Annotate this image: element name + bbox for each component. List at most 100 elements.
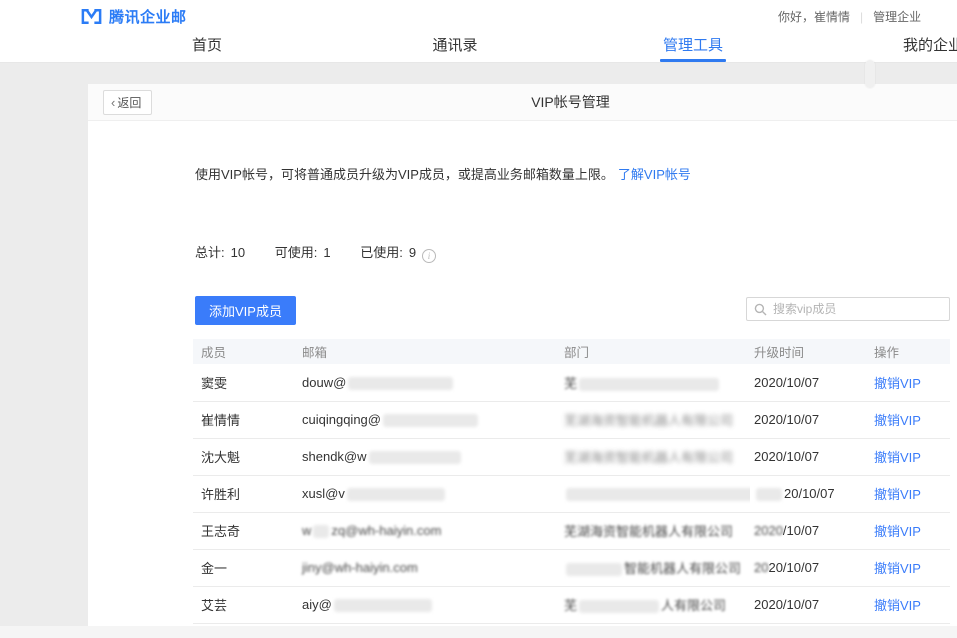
tab-contacts[interactable]: 通讯录: [432, 31, 477, 62]
vip-members-table: 成员邮箱部门升级时间操作 窦雯douw@芜2020/10/07撤销VIP崔情情c…: [193, 339, 950, 624]
revoke-vip-link[interactable]: 撤销VIP: [874, 598, 921, 613]
brand[interactable]: 腾讯企业邮: [80, 6, 187, 27]
revoke-vip-link[interactable]: 撤销VIP: [874, 450, 921, 465]
table-body: 窦雯douw@芜2020/10/07撤销VIP崔情情cuiqingqing@芜湖…: [193, 364, 950, 623]
table-row: 王志奇 w zq@wh-haiyin.com 芜湖海资智能机器人有限公司 2020/10…: [193, 512, 950, 549]
column-header: 操作: [870, 339, 950, 364]
action-cell: 撤销VIP: [870, 401, 950, 438]
email-cell: cuiqingqing@: [298, 401, 560, 438]
email-cell: shendk@w: [298, 438, 560, 475]
user-area: 你好，崔情情 | 管理企业: [778, 8, 957, 25]
cell-text: 2020: [754, 523, 783, 538]
tab-admin-tools[interactable]: 管理工具: [663, 31, 723, 62]
tab-home[interactable]: 首页: [192, 31, 222, 62]
cell-text: 芜: [564, 598, 577, 613]
table-row: 崔情情cuiqingqing@ 芜湖海资智能机器人有限公司 2020/10/07 撤销…: [193, 401, 950, 438]
cell-text: 芜: [564, 376, 577, 391]
back-button[interactable]: ‹返回: [103, 90, 152, 115]
search-input[interactable]: [773, 299, 945, 319]
redacted-blur: [369, 451, 461, 464]
cell-text: w: [302, 523, 311, 538]
cell-text: aiy@: [302, 597, 332, 612]
cell-text: 2020/10/07: [754, 375, 819, 390]
table-row: 窦雯douw@芜2020/10/07撤销VIP: [193, 364, 950, 401]
member-name-cell: 崔情情: [193, 401, 298, 438]
divider: |: [860, 10, 863, 24]
stat-available: 可使用:1: [275, 245, 331, 260]
department-cell: 芜人有限公司: [560, 586, 750, 623]
cell-text: zq@wh-haiyin.com: [331, 523, 441, 538]
chevron-left-icon: ‹: [111, 95, 115, 110]
redacted-blur: [334, 599, 432, 612]
panel-titlebar: VIP帐号管理 ‹返回: [88, 84, 957, 121]
revoke-vip-link[interactable]: 撤销VIP: [874, 561, 921, 576]
cell-text: 2020/10/07: [754, 597, 819, 612]
upgrade-time-cell: 2020/10/07: [750, 438, 870, 475]
intro-sentence: 使用VIP帐号，可将普通成员升级为VIP成员，或提高业务邮箱数量上限。: [195, 167, 614, 182]
user-greeting: 你好，崔情情: [778, 10, 850, 24]
table-row: 金一jiny@wh-haiyin.com智能机器人有限公司2020/10/07撤…: [193, 549, 950, 586]
tab-my-enterprise[interactable]: 我的企业: [903, 31, 957, 62]
search-box[interactable]: [746, 297, 950, 321]
cell-text: 芜湖海资智能机器人有限公司: [564, 524, 733, 539]
revoke-vip-link[interactable]: 撤销VIP: [874, 376, 921, 391]
action-cell: 撤销VIP: [870, 475, 950, 512]
top-brand-bar: 腾讯企业邮 你好，崔情情 | 管理企业: [0, 0, 957, 31]
department-cell: [560, 475, 750, 512]
table-header-row: 成员邮箱部门升级时间操作: [193, 339, 950, 364]
email-cell: jiny@wh-haiyin.com: [298, 549, 560, 586]
action-cell: 撤销VIP: [870, 512, 950, 549]
table-row: 艾芸 aiy@ 芜人有限公司 2020/10/07 撤销VIP: [193, 586, 950, 623]
cell-text: 20/10/07: [768, 560, 819, 575]
redacted-blur: [579, 600, 659, 613]
redacted-blur: [566, 488, 750, 501]
member-name-cell: 沈大魁: [193, 438, 298, 475]
back-label: 返回: [117, 96, 141, 110]
learn-vip-link[interactable]: 了解VIP帐号: [618, 167, 691, 182]
action-cell: 撤销VIP: [870, 364, 950, 401]
action-cell: 撤销VIP: [870, 586, 950, 623]
cell-text: 2020/10/07: [754, 449, 819, 464]
revoke-vip-link[interactable]: 撤销VIP: [874, 487, 921, 502]
column-header: 部门: [560, 339, 750, 364]
main-nav: 首页 通讯录 管理工具 我的企业: [0, 31, 957, 63]
scrollbar-thumb[interactable]: [865, 60, 875, 88]
redacted-blur: [313, 525, 329, 538]
cell-text: /10/07: [783, 523, 819, 538]
add-vip-member-button[interactable]: 添加VIP成员: [195, 296, 296, 325]
member-name-cell: 王志奇: [193, 512, 298, 549]
upgrade-time-cell: 2020/10/07: [750, 401, 870, 438]
cell-text: shendk@w: [302, 449, 367, 464]
upgrade-time-cell: 2020/10/07: [750, 586, 870, 623]
upgrade-time-cell: 20/10/07: [750, 475, 870, 512]
member-name-cell: 艾芸: [193, 586, 298, 623]
member-name-cell: 金一: [193, 549, 298, 586]
exmail-logo-icon: [80, 8, 103, 25]
upgrade-time-cell: 2020/10/07: [750, 549, 870, 586]
department-cell: 芜湖海资智能机器人有限公司: [560, 401, 750, 438]
revoke-vip-link[interactable]: 撤销VIP: [874, 524, 921, 539]
email-cell: douw@: [298, 364, 560, 401]
upgrade-time-cell: 2020/10/07: [750, 512, 870, 549]
redacted-blur: [383, 414, 478, 427]
toolbar: 添加VIP成员: [195, 296, 945, 322]
vip-panel: VIP帐号管理 ‹返回 使用VIP帐号，可将普通成员升级为VIP成员，或提高业务…: [88, 84, 957, 626]
manage-enterprise-link[interactable]: 管理企业: [873, 10, 921, 24]
upgrade-time-cell: 2020/10/07: [750, 364, 870, 401]
column-header: 邮箱: [298, 339, 560, 364]
action-cell: 撤销VIP: [870, 438, 950, 475]
email-cell: aiy@: [298, 586, 560, 623]
department-cell: 芜: [560, 364, 750, 401]
cell-text: douw@: [302, 375, 346, 390]
table-row: 沈大魁shendk@w芜湖海资智能机器人有限公司2020/10/07撤销VIP: [193, 438, 950, 475]
stat-total: 总计:10: [195, 245, 245, 260]
member-name-cell: 许胜利: [193, 475, 298, 512]
column-header: 升级时间: [750, 339, 870, 364]
email-cell: xusl@v: [298, 475, 560, 512]
stat-used: 已使用:9: [360, 245, 436, 260]
cell-text: 芜湖海资智能机器人有限公司: [564, 413, 733, 428]
info-icon[interactable]: [422, 249, 436, 263]
department-cell: 芜湖海资智能机器人有限公司: [560, 512, 750, 549]
bottom-strip: [0, 626, 957, 638]
revoke-vip-link[interactable]: 撤销VIP: [874, 413, 921, 428]
